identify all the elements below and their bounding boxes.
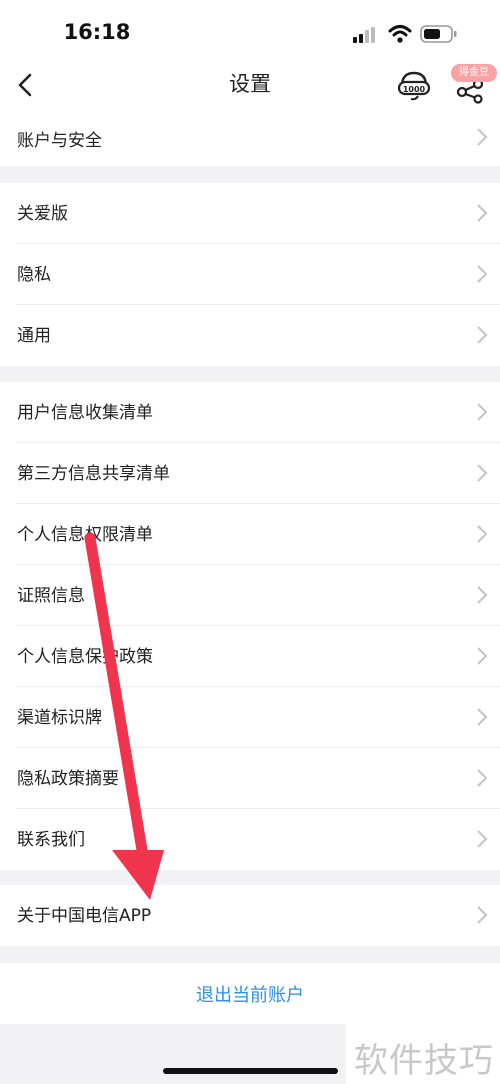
coin-badge[interactable]: 得金豆 [451, 64, 497, 82]
row-label: 个人信息权限清单 [17, 525, 153, 545]
navigation-bar: 设置 1000 得金豆 [0, 62, 500, 108]
row-label: 通用 [17, 326, 51, 346]
chevron-right-icon [477, 525, 488, 543]
home-indicator[interactable] [163, 1068, 338, 1074]
chevron-right-icon [477, 708, 488, 726]
settings-group-general: 关爱版 隐私 通用 [0, 183, 500, 366]
row-contact-us[interactable]: 联系我们 [0, 809, 500, 870]
status-time: 16:18 [63, 20, 131, 44]
back-arrow-icon[interactable] [12, 68, 42, 102]
row-privacy-summary[interactable]: 隐私政策摘要 [0, 748, 500, 809]
chevron-right-icon [477, 906, 488, 924]
row-label: 用户信息收集清单 [17, 403, 153, 423]
watermark-text: 软件技巧 [354, 1041, 494, 1081]
row-about-app[interactable]: 关于中国电信APP [0, 885, 500, 946]
settings-group-account: 账户与安全 [0, 108, 500, 166]
status-bar: 16:18 [0, 0, 500, 62]
svg-text:1000: 1000 [403, 85, 426, 94]
chevron-right-icon [477, 265, 488, 283]
row-channel-badge[interactable]: 渠道标识牌 [0, 687, 500, 748]
row-label: 关于中国电信APP [17, 906, 152, 926]
chevron-right-icon [477, 326, 488, 344]
row-license-info[interactable]: 证照信息 [0, 565, 500, 626]
chevron-right-icon [477, 403, 488, 421]
wifi-icon [388, 25, 412, 43]
chevron-right-icon [477, 586, 488, 604]
logout-label: 退出当前账户 [196, 985, 304, 1006]
row-label: 关爱版 [17, 204, 68, 224]
row-label: 隐私政策摘要 [17, 769, 119, 789]
row-label: 账户与安全 [17, 131, 102, 151]
row-permissions-list[interactable]: 个人信息权限清单 [0, 504, 500, 565]
chevron-right-icon [477, 647, 488, 665]
chevron-right-icon [477, 128, 488, 146]
row-user-info-list[interactable]: 用户信息收集清单 [0, 382, 500, 443]
row-label: 隐私 [17, 265, 51, 285]
row-privacy-policy[interactable]: 个人信息保护政策 [0, 626, 500, 687]
customer-service-10000-icon[interactable]: 1000 [396, 68, 432, 102]
row-account-security[interactable]: 账户与安全 [0, 108, 500, 166]
settings-group-info: 用户信息收集清单 第三方信息共享清单 个人信息权限清单 证照信息 个人信息保护政… [0, 382, 500, 870]
watermark: 软件技巧 [346, 1023, 500, 1084]
settings-group-about: 关于中国电信APP [0, 885, 500, 946]
chevron-right-icon [477, 204, 488, 222]
chevron-right-icon [477, 830, 488, 848]
row-privacy[interactable]: 隐私 [0, 244, 500, 305]
cellular-signal-icon [353, 27, 375, 43]
row-care-mode[interactable]: 关爱版 [0, 183, 500, 244]
chevron-right-icon [477, 769, 488, 787]
logout-button[interactable]: 退出当前账户 [0, 963, 500, 1024]
row-label: 第三方信息共享清单 [17, 464, 170, 484]
battery-icon [420, 25, 457, 43]
chevron-right-icon [477, 464, 488, 482]
row-label: 个人信息保护政策 [17, 647, 153, 667]
page-title: 设置 [229, 72, 271, 96]
row-label: 联系我们 [17, 830, 85, 850]
row-label: 证照信息 [17, 586, 85, 606]
row-third-party-sharing[interactable]: 第三方信息共享清单 [0, 443, 500, 504]
row-label: 渠道标识牌 [17, 708, 102, 728]
row-general[interactable]: 通用 [0, 305, 500, 366]
